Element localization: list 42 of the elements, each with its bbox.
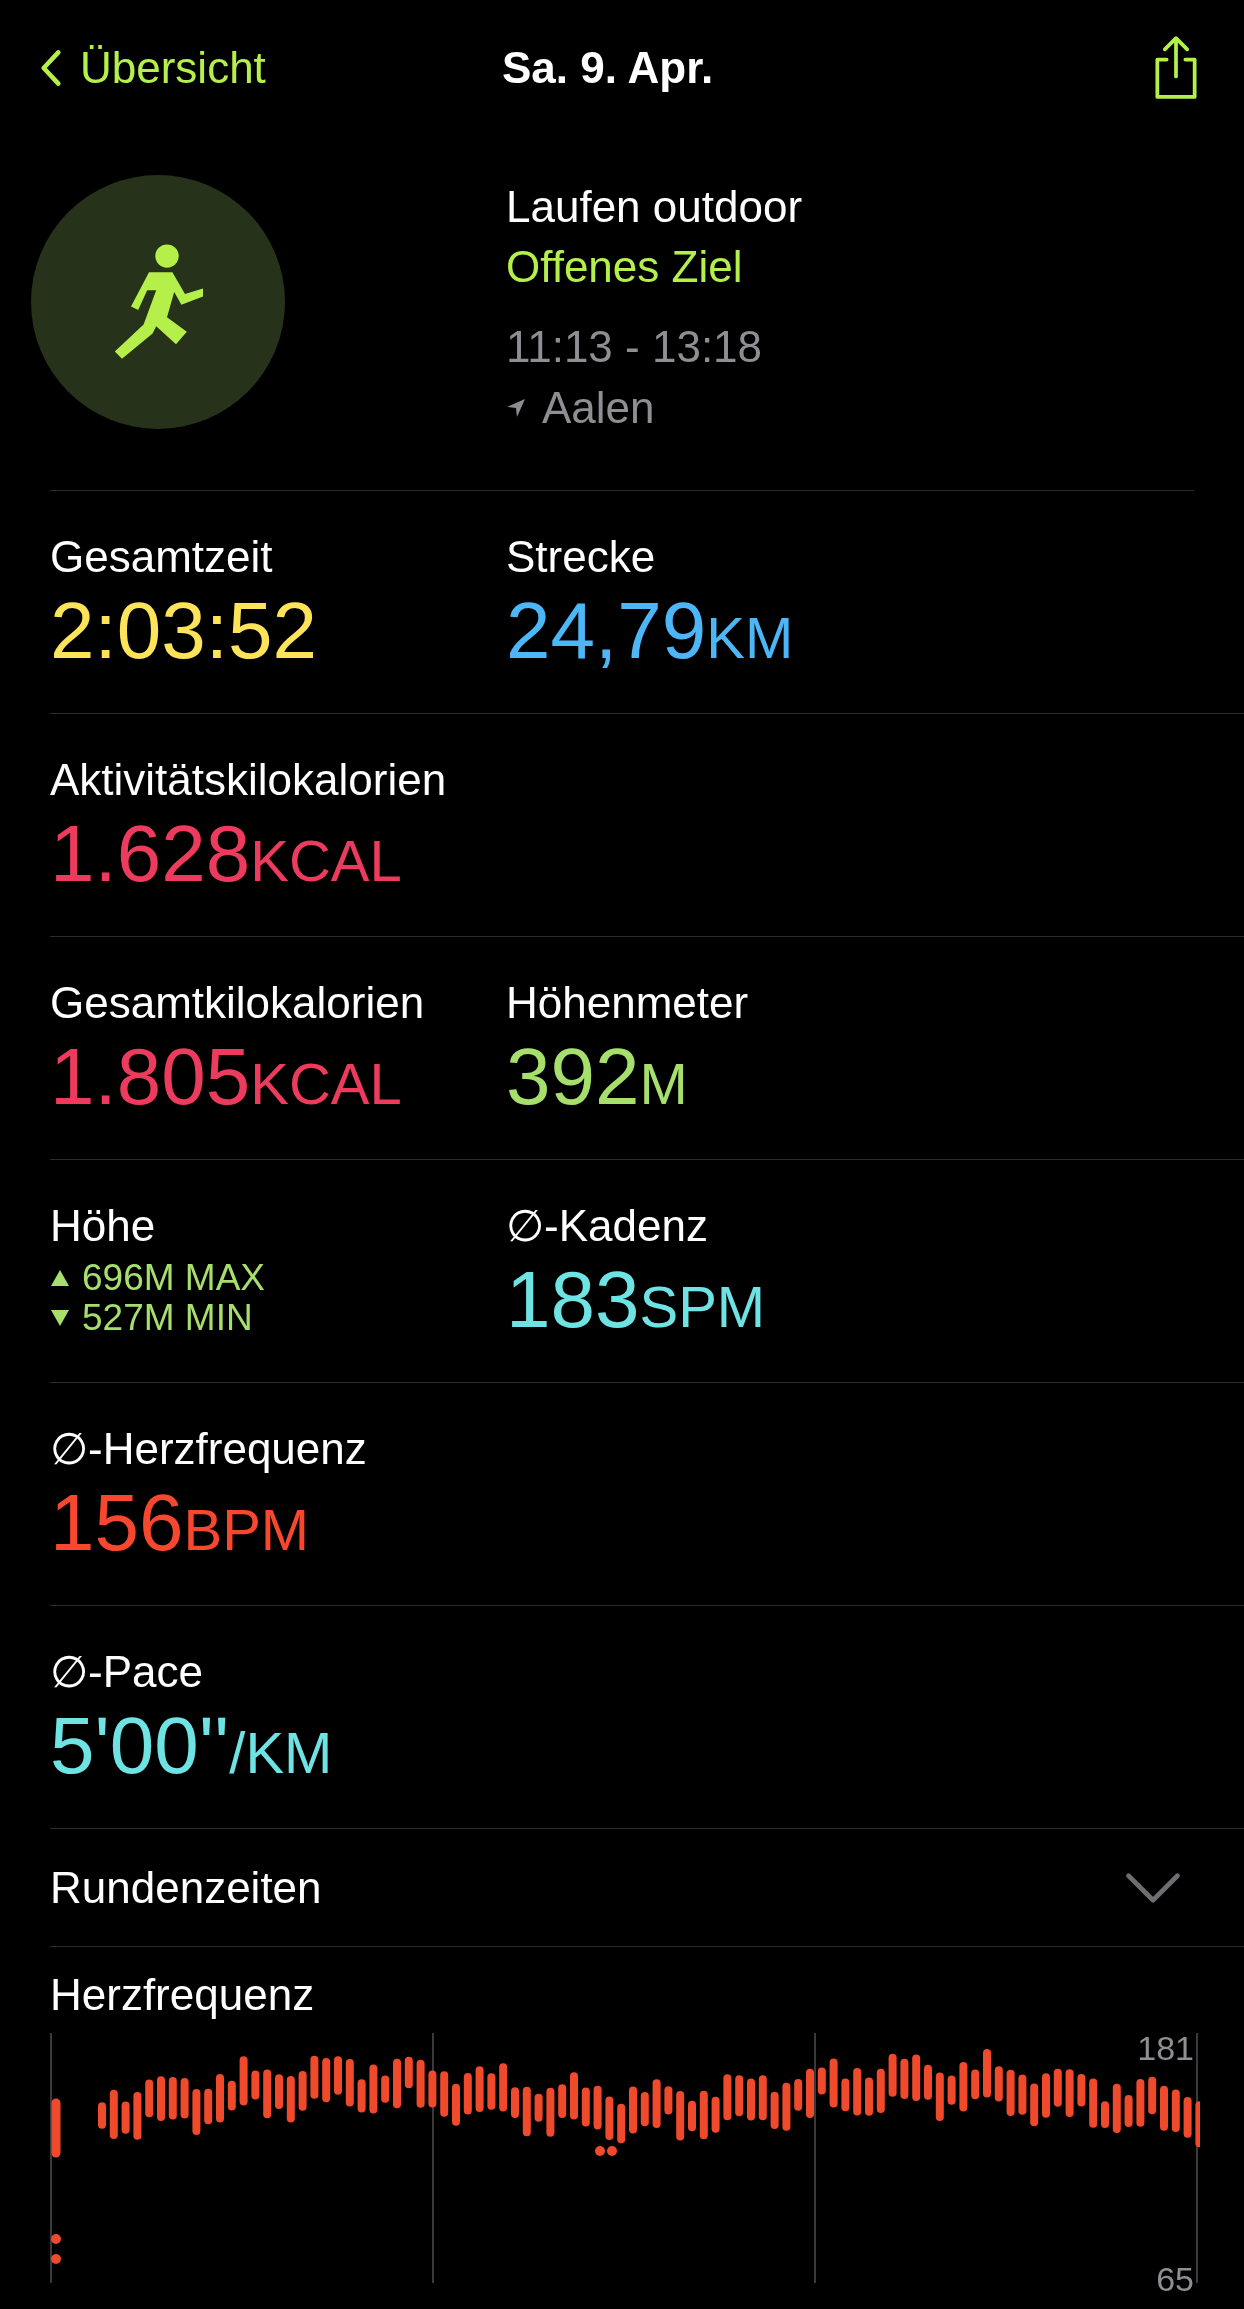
back-chevron-icon xyxy=(40,48,62,87)
axis-min-label: 65 xyxy=(1156,2260,1194,2299)
metric-unit: M xyxy=(639,1051,688,1116)
axis-max-label: 181 xyxy=(1137,2029,1194,2068)
metric-unit: KM xyxy=(706,605,794,670)
workout-goal: Offenes Ziel xyxy=(506,241,744,293)
metric-value: 2:03:52 xyxy=(50,586,317,675)
metric-value: 24,79 xyxy=(506,586,707,675)
metric-label: Strecke xyxy=(506,531,657,583)
workout-time: 11:13 - 13:18 xyxy=(506,321,764,373)
metric-label: ∅-Kadenz xyxy=(506,1200,709,1252)
metric-label: Höhenmeter xyxy=(506,977,750,1029)
metric-value: 183 xyxy=(506,1255,640,1344)
back-button[interactable]: Übersicht xyxy=(40,42,266,93)
metric-value: 1.805 xyxy=(50,1032,251,1121)
metric-label: Aktivitätskilokalorien xyxy=(50,754,448,806)
metric-unit: KCAL xyxy=(250,1051,402,1116)
max-height: 696M MAX xyxy=(82,1258,265,1298)
metric-label: Gesamtzeit xyxy=(50,531,274,583)
metric-unit: KCAL xyxy=(250,828,402,893)
metric-unit: BPM xyxy=(183,1497,310,1562)
laps-row[interactable]: Rundenzeiten xyxy=(50,1829,1244,1947)
metric-value: 156 xyxy=(50,1478,184,1567)
laps-label: Rundenzeiten xyxy=(50,1862,322,1913)
workout-name: Laufen outdoor xyxy=(506,181,803,233)
down-triangle-icon xyxy=(50,1308,70,1328)
metric-label: ∅-Herzfrequenz xyxy=(50,1423,368,1475)
metric-value: 1.628 xyxy=(50,809,251,898)
metric-label: Gesamtkilokalorien xyxy=(50,977,426,1029)
metric-value: 5'00'' xyxy=(50,1701,230,1790)
metric-unit: /KM xyxy=(229,1720,333,1785)
metric-label: ∅-Pace xyxy=(50,1646,204,1698)
metric-value: 392 xyxy=(506,1032,640,1121)
metric-unit: SPM xyxy=(639,1274,766,1339)
runner-icon xyxy=(113,243,203,361)
page-title: Sa. 9. Apr. xyxy=(502,42,714,93)
min-height: 527M MIN xyxy=(82,1298,253,1338)
chart-title: Herzfrequenz xyxy=(50,1969,316,2021)
up-triangle-icon xyxy=(50,1268,70,1288)
workout-location: Aalen xyxy=(542,382,655,434)
metric-label: Höhe xyxy=(50,1200,157,1252)
location-arrow-icon xyxy=(506,398,526,418)
